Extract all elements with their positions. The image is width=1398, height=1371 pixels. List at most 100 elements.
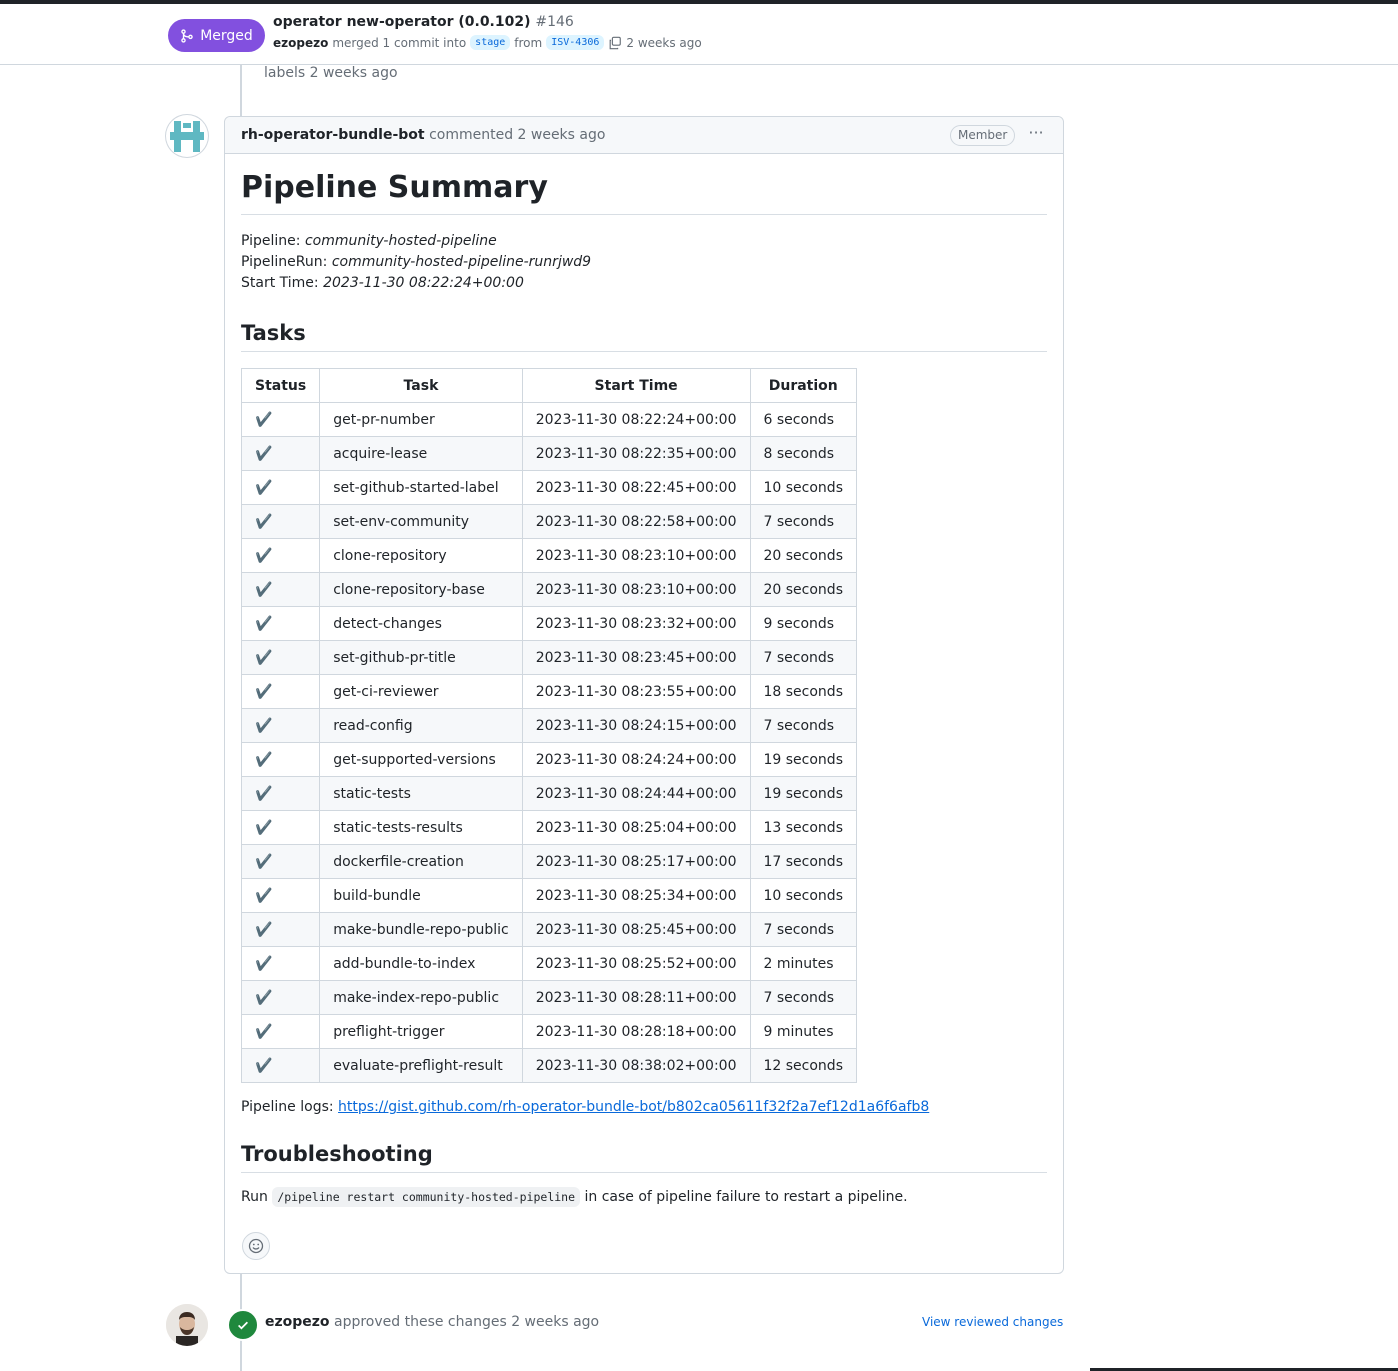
- comment-author-link[interactable]: rh-operator-bundle-bot: [241, 127, 425, 143]
- task-status-cell: ✔️: [240, 878, 321, 913]
- task-start-cell: 2023-11-30 08:23:32+00:00: [521, 606, 751, 641]
- task-start-cell: 2023-11-30 08:25:17+00:00: [521, 844, 751, 879]
- task-start-cell: 2023-11-30 08:25:45+00:00: [521, 912, 751, 947]
- task-name-cell: clone-repository-base: [319, 572, 523, 607]
- bot-avatar-image: [170, 121, 204, 152]
- reviewer-avatar-image: [166, 1304, 208, 1346]
- start-time-label: Start Time:: [241, 275, 319, 291]
- task-status-cell: ✔️: [240, 844, 321, 879]
- merged-state-label: Merged: [200, 27, 253, 44]
- task-duration-cell: 10 seconds: [749, 470, 857, 505]
- table-row: ✔️ get-supported-versions 2023-11-30 08:24…: [240, 742, 857, 777]
- task-duration-cell: 18 seconds: [749, 674, 857, 709]
- pr-from-text: from: [514, 35, 543, 50]
- add-reaction-button[interactable]: [242, 1232, 270, 1260]
- pr-title: operator new-operator (0.0.102) #146: [273, 14, 574, 30]
- pr-author-link[interactable]: ezopezo: [273, 36, 328, 50]
- task-name-cell: acquire-lease: [319, 436, 523, 471]
- task-duration-cell: 13 seconds: [749, 810, 857, 845]
- pipelinerun-label: PipelineRun:: [241, 254, 328, 270]
- task-start-cell: 2023-11-30 08:38:02+00:00: [521, 1048, 751, 1083]
- task-duration-cell: 9 minutes: [749, 1014, 857, 1049]
- task-duration-cell: 10 seconds: [749, 878, 857, 913]
- task-status-cell: ✔️: [240, 640, 321, 675]
- task-name-cell: set-github-started-label: [319, 470, 523, 505]
- pipeline-line: Pipeline: community-hosted-pipeline: [241, 231, 1047, 252]
- kebab-menu-icon[interactable]: ···: [1025, 125, 1047, 144]
- check-icon: [238, 1321, 248, 1330]
- git-merge-icon: [181, 28, 193, 43]
- table-row: ✔️ clone-repository-base 2023-11-30 08:23:…: [240, 572, 857, 607]
- start-time-value: 2023-11-30 08:22:24+00:00: [323, 275, 524, 291]
- task-duration-cell: 17 seconds: [749, 844, 857, 879]
- pipeline-info: Pipeline: community-hosted-pipeline Pipe…: [241, 231, 1047, 294]
- task-name-cell: build-bundle: [319, 878, 523, 913]
- task-status-cell: ✔️: [240, 912, 321, 947]
- trouble-run-word: Run: [241, 1189, 268, 1205]
- table-header-row: Status Task Start Time Duration: [240, 368, 857, 403]
- reviewer-avatar[interactable]: [166, 1304, 208, 1346]
- task-name-cell: get-supported-versions: [319, 742, 523, 777]
- task-start-cell: 2023-11-30 08:25:52+00:00: [521, 946, 751, 981]
- bot-avatar[interactable]: [166, 115, 208, 157]
- pipelinerun-line: PipelineRun: community-hosted-pipeline-r…: [241, 252, 1047, 273]
- member-badge: Member: [950, 125, 1016, 146]
- task-name-cell: detect-changes: [319, 606, 523, 641]
- tasks-heading: Tasks: [241, 318, 1047, 352]
- task-start-cell: 2023-11-30 08:23:10+00:00: [521, 538, 751, 573]
- task-duration-cell: 9 seconds: [749, 606, 857, 641]
- task-name-cell: clone-repository: [319, 538, 523, 573]
- task-duration-cell: 7 seconds: [749, 708, 857, 743]
- table-row: ✔️ clone-repository 2023-11-30 08:23:10+00…: [240, 538, 857, 573]
- table-row: ✔️ make-index-repo-public 2023-11-30 08:28…: [240, 980, 857, 1015]
- table-row: ✔️ static-tests-results 2023-11-30 08:25:0…: [240, 810, 857, 845]
- pr-merge-meta: ezopezo merged 1 commit into stage from …: [273, 35, 702, 50]
- table-row: ✔️ add-bundle-to-index 2023-11-30 08:25:52…: [240, 946, 857, 981]
- task-status-cell: ✔️: [240, 1014, 321, 1049]
- comment-box: rh-operator-bundle-bot commented 2 weeks…: [224, 116, 1064, 1274]
- task-start-cell: 2023-11-30 08:23:55+00:00: [521, 674, 751, 709]
- pipeline-summary-heading: Pipeline Summary: [241, 170, 1047, 215]
- task-status-cell: ✔️: [240, 810, 321, 845]
- pipeline-logs-line: Pipeline logs: https://gist.github.com/r…: [241, 1099, 1047, 1115]
- pipeline-label: Pipeline:: [241, 233, 301, 249]
- task-status-cell: ✔️: [240, 606, 321, 641]
- task-name-cell: add-bundle-to-index: [319, 946, 523, 981]
- pipeline-logs-link[interactable]: https://gist.github.com/rh-operator-bund…: [338, 1099, 929, 1115]
- head-branch-link[interactable]: ISV-4306: [546, 35, 605, 50]
- task-duration-cell: 20 seconds: [749, 538, 857, 573]
- column-header-duration: Duration: [749, 368, 857, 403]
- comment-action[interactable]: commented 2 weeks ago: [429, 127, 605, 143]
- merged-state-badge: Merged: [168, 19, 265, 52]
- troubleshooting-heading: Troubleshooting: [241, 1139, 1047, 1173]
- reviewer-author-link[interactable]: ezopezo: [265, 1314, 330, 1330]
- table-row: ✔️ preflight-trigger 2023-11-30 08:28:18+0…: [240, 1014, 857, 1049]
- base-branch-link[interactable]: stage: [470, 35, 511, 50]
- view-reviewed-changes-link[interactable]: View reviewed changes: [922, 1315, 1063, 1329]
- task-name-cell: evaluate-preflight-result: [319, 1048, 523, 1083]
- task-start-cell: 2023-11-30 08:24:24+00:00: [521, 742, 751, 777]
- task-status-cell: ✔️: [240, 776, 321, 811]
- task-start-cell: 2023-11-30 08:25:04+00:00: [521, 810, 751, 845]
- table-row: ✔️ set-env-community 2023-11-30 08:22:58+0…: [240, 504, 857, 539]
- table-row: ✔️ evaluate-preflight-result 2023-11-30 08…: [240, 1048, 857, 1083]
- task-name-cell: static-tests: [319, 776, 523, 811]
- task-name-cell: dockerfile-creation: [319, 844, 523, 879]
- table-row: ✔️ set-github-started-label 2023-11-30 08:…: [240, 470, 857, 505]
- copy-icon[interactable]: [608, 36, 622, 50]
- comment-author-line: rh-operator-bundle-bot commented 2 weeks…: [241, 127, 605, 143]
- task-duration-cell: 20 seconds: [749, 572, 857, 607]
- task-name-cell: get-pr-number: [319, 402, 523, 437]
- comment-body: Pipeline Summary Pipeline: community-hos…: [240, 154, 1047, 1207]
- task-duration-cell: 8 seconds: [749, 436, 857, 471]
- task-name-cell: set-env-community: [319, 504, 523, 539]
- task-duration-cell: 6 seconds: [749, 402, 857, 437]
- task-duration-cell: 12 seconds: [749, 1048, 857, 1083]
- table-row: ✔️ detect-changes 2023-11-30 08:23:32+00:0…: [240, 606, 857, 641]
- table-row: ✔️ read-config 2023-11-30 08:24:15+00:00 7 …: [240, 708, 857, 743]
- column-header-start-time: Start Time: [521, 368, 751, 403]
- task-status-cell: ✔️: [240, 946, 321, 981]
- review-event-text: ezopezo approved these changes 2 weeks a…: [265, 1314, 599, 1330]
- table-row: ✔️ acquire-lease 2023-11-30 08:22:35+00:00…: [240, 436, 857, 471]
- task-start-cell: 2023-11-30 08:22:45+00:00: [521, 470, 751, 505]
